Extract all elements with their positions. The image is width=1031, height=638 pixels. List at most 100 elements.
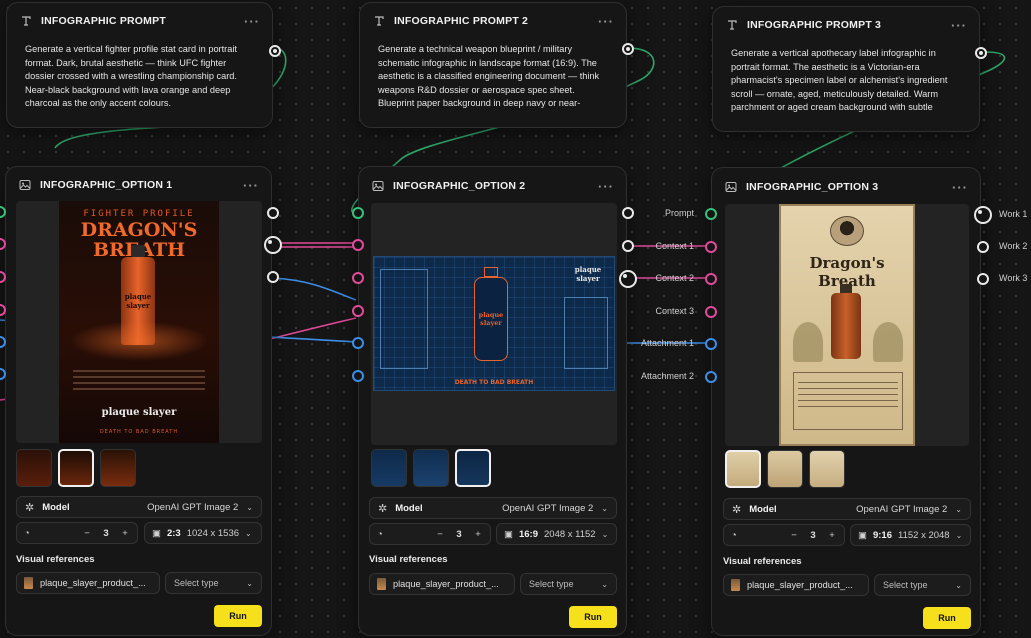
option-node-1[interactable]: INFOGRAPHIC_OPTION 1 ··· FIGHTER PROFILE… (5, 166, 282, 636)
timer-icon: ◔ (24, 527, 30, 539)
count-value: 3 (810, 529, 816, 541)
option-title: INFOGRAPHIC_OPTION 1 (40, 179, 173, 191)
aspect-ratio-select[interactable]: ▣ 16:9 2048 x 1152 ⌄ (496, 523, 617, 545)
prompt-textarea[interactable]: Generate a vertical fighter profile stat… (17, 39, 262, 117)
prompt-textarea[interactable]: Generate a vertical apothecary label inf… (723, 43, 969, 121)
input-port-context-3[interactable] (705, 306, 717, 318)
output-port-2[interactable] (977, 241, 989, 253)
input-port-context-3[interactable] (352, 305, 364, 317)
count-stepper[interactable]: ◔ − 3 + (369, 523, 491, 545)
port-label-work-3: Work 3 (999, 273, 1028, 283)
input-port-context-2[interactable] (352, 272, 364, 284)
thumbnail-2[interactable] (413, 449, 449, 487)
thumbnail-2[interactable] (58, 449, 94, 487)
aspect-ratio-select[interactable]: ▣ 9:16 1152 x 2048 ⌄ (850, 524, 971, 546)
output-port-3[interactable] (977, 273, 989, 285)
image-preview[interactable]: plaque slayer plaque slayer DEATH TO BAD… (371, 203, 617, 445)
input-port-attachment-2[interactable] (352, 370, 364, 382)
thumbnail-1[interactable] (725, 450, 761, 488)
input-port-attachment-2[interactable] (705, 371, 717, 383)
ratio-value: 9:16 (872, 529, 892, 541)
prompt-output-port[interactable] (975, 47, 987, 59)
prompt-node-header[interactable]: INFOGRAPHIC PROMPT ··· (7, 3, 272, 39)
option-node-header[interactable]: INFOGRAPHIC_OPTION 1 ··· (6, 167, 271, 203)
decrement-button[interactable]: − (789, 530, 799, 541)
reference-file-chip[interactable]: plaque_slayer_product_... (369, 573, 515, 595)
option-node-2[interactable]: INFOGRAPHIC_OPTION 2 ··· plaque slayer p… (352, 166, 637, 636)
run-button[interactable]: Run (923, 607, 971, 629)
option-node-header[interactable]: INFOGRAPHIC_OPTION 2 ··· (359, 167, 626, 205)
poster-eyebrow: FIGHTER PROFILE (83, 209, 195, 219)
input-port-attachment-1[interactable] (705, 338, 717, 350)
thumbnail-3[interactable] (100, 449, 136, 487)
chevron-down-icon: ⌄ (601, 503, 608, 513)
lava-glow (69, 321, 209, 361)
count-stepper[interactable]: ◔ − 3 + (723, 524, 845, 546)
reference-type-select[interactable]: Select type ⌄ (874, 574, 971, 596)
input-port-attachment-1[interactable] (352, 337, 364, 349)
text-icon (19, 14, 33, 28)
output-port-2[interactable] (622, 240, 634, 252)
increment-button[interactable]: + (120, 528, 130, 539)
decrement-button[interactable]: − (82, 528, 92, 539)
thumbnail-3[interactable] (809, 450, 845, 488)
prompt-node-header[interactable]: INFOGRAPHIC PROMPT 3 ··· (713, 7, 979, 43)
reference-file-chip[interactable]: plaque_slayer_product_... (723, 574, 869, 596)
run-button[interactable]: Run (214, 605, 262, 627)
aspect-ratio-select[interactable]: ▣ 2:3 1024 x 1536 ⌄ (144, 522, 262, 544)
port-label-context-1: Context 1 (655, 241, 694, 251)
ellipsis-icon[interactable]: ··· (598, 14, 614, 29)
output-port-3[interactable] (619, 270, 637, 288)
thumbnail-1[interactable] (16, 449, 52, 487)
increment-button[interactable]: + (827, 530, 837, 541)
input-port-prompt[interactable] (352, 207, 364, 219)
ellipsis-icon[interactable]: ··· (952, 180, 968, 195)
model-label: Model (42, 501, 70, 513)
input-port-context-1[interactable] (705, 241, 717, 253)
input-port-context-1[interactable] (352, 239, 364, 251)
input-port-context-2[interactable] (705, 273, 717, 285)
output-port-3[interactable] (267, 271, 279, 283)
run-button[interactable]: Run (569, 606, 617, 628)
blueprint-panel-left (380, 269, 428, 369)
output-port-1[interactable] (622, 207, 634, 219)
image-preview[interactable]: Dragon's Breath (725, 204, 969, 446)
output-port-1[interactable] (267, 207, 279, 219)
chevron-down-icon: ⌄ (245, 528, 252, 538)
image-preview[interactable]: FIGHTER PROFILE DRAGON'S BREATH plaque s… (16, 201, 262, 443)
prompt-node-2[interactable]: INFOGRAPHIC PROMPT 2 ··· Generate a tech… (359, 2, 634, 128)
prompt-textarea[interactable]: Generate a technical weapon blueprint / … (370, 39, 616, 117)
thumbnail-strip (16, 449, 136, 487)
ellipsis-icon[interactable]: ··· (244, 14, 260, 29)
prompt-node-3[interactable]: INFOGRAPHIC PROMPT 3 ··· Generate a vert… (712, 6, 987, 132)
visual-references-label: Visual references (369, 554, 448, 565)
ellipsis-icon[interactable]: ··· (243, 178, 259, 193)
reference-type-select[interactable]: Select type ⌄ (165, 572, 262, 594)
output-port-2[interactable] (264, 236, 282, 254)
thumbnail-3[interactable] (455, 449, 491, 487)
model-select[interactable]: ✲ Model OpenAI GPT Image 2 ⌄ (16, 496, 262, 518)
ellipsis-icon[interactable]: ··· (598, 179, 614, 194)
model-select[interactable]: ✲ Model OpenAI GPT Image 2 ⌄ (723, 498, 971, 520)
reference-file-chip[interactable]: plaque_slayer_product_... (16, 572, 160, 594)
prompt-output-port[interactable] (622, 43, 634, 55)
ellipsis-icon[interactable]: ··· (951, 18, 967, 33)
poster-tagline: DEATH TO BAD BREATH (454, 379, 534, 386)
reference-type-select[interactable]: Select type ⌄ (520, 573, 617, 595)
count-stepper[interactable]: ◔ − 3 + (16, 522, 138, 544)
increment-button[interactable]: + (473, 529, 483, 540)
prompt-node-header[interactable]: INFOGRAPHIC PROMPT 2 ··· (360, 3, 626, 39)
thumbnail-2[interactable] (767, 450, 803, 488)
size-value: 1024 x 1536 (186, 527, 240, 539)
prompt-output-port[interactable] (269, 45, 281, 57)
input-port-prompt[interactable] (705, 208, 717, 220)
decrement-button[interactable]: − (435, 529, 445, 540)
thumbnail-1[interactable] (371, 449, 407, 487)
option-node-header[interactable]: INFOGRAPHIC_OPTION 3 ··· (712, 168, 980, 206)
port-label-prompt: Prompt (664, 208, 694, 218)
prompt-node-1[interactable]: INFOGRAPHIC PROMPT ··· Generate a vertic… (6, 2, 281, 128)
model-select[interactable]: ✲ Model OpenAI GPT Image 2 ⌄ (369, 497, 617, 519)
option-node-3[interactable]: INFOGRAPHIC_OPTION 3 ··· Dragon's Breath (705, 167, 992, 636)
chevron-down-icon: ⌄ (601, 579, 608, 589)
output-port-1[interactable] (974, 206, 992, 224)
